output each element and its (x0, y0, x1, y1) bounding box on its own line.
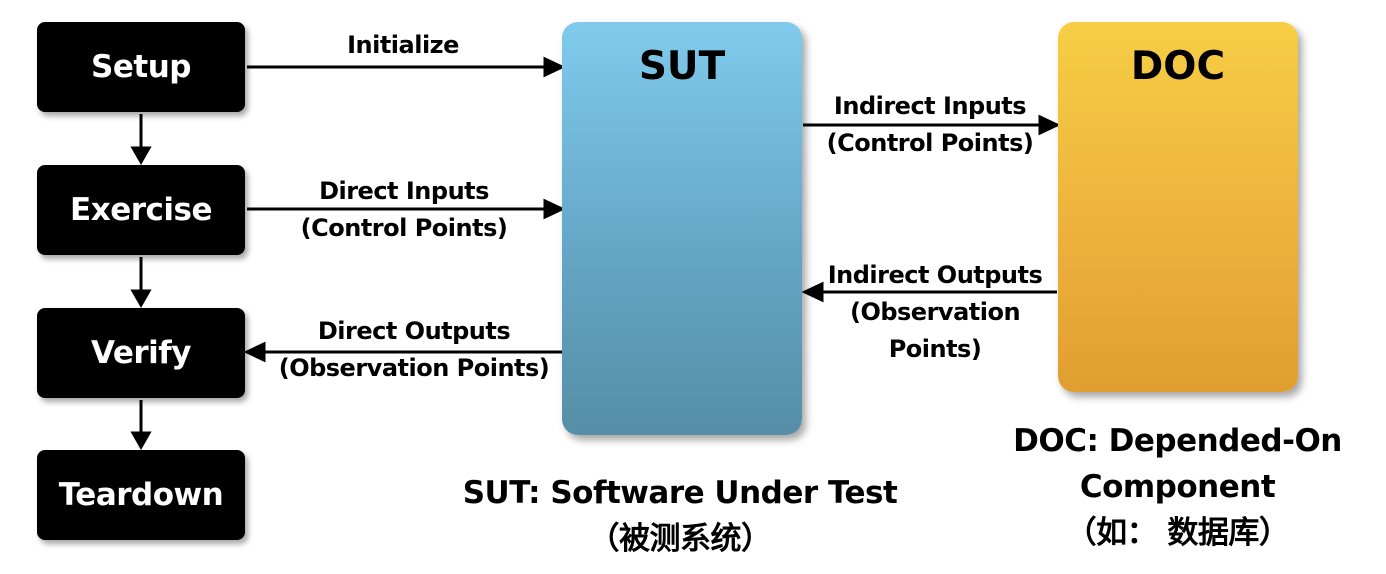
doc-caption-line1: DOC: Depended-On (1013, 423, 1342, 459)
sut-caption-line2: （被测系统） (588, 521, 773, 557)
phase-exercise: Exercise (37, 165, 245, 255)
phase-teardown: Teardown (37, 450, 245, 540)
doc-caption: DOC: Depended-On Component （如： 数据库） (990, 418, 1365, 556)
label-indirect-inputs-line2: (Control Points) (826, 129, 1034, 157)
label-indirect-inputs: Indirect Inputs (Control Points) (800, 88, 1060, 162)
label-indirect-outputs-line1: Indirect Outputs (827, 261, 1043, 289)
label-indirect-outputs-line2: (Observation (849, 298, 1021, 326)
sut-caption: SUT: Software Under Test （被测系统） (440, 470, 920, 562)
label-direct-inputs-line2: (Control Points) (300, 214, 508, 242)
doc-caption-line3: （如： 数据库） (1065, 515, 1290, 551)
label-direct-outputs: Direct Outputs (Observation Points) (254, 313, 574, 387)
label-direct-inputs: Direct Inputs (Control Points) (254, 173, 554, 247)
label-initialize: Initialize (347, 31, 459, 59)
doc-box: DOC (1058, 22, 1298, 392)
label-indirect-outputs: Indirect Outputs (Observation Points) (800, 257, 1070, 368)
label-direct-outputs-line2: (Observation Points) (278, 354, 550, 382)
sut-caption-line1: SUT: Software Under Test (462, 475, 898, 511)
doc-caption-line2: Component (1079, 469, 1276, 505)
label-indirect-outputs-line3: Points) (888, 335, 982, 363)
sut-box: SUT (562, 22, 802, 435)
sut-title: SUT (638, 44, 726, 89)
doc-title: DOC (1130, 44, 1226, 89)
label-indirect-inputs-line1: Indirect Inputs (833, 92, 1027, 120)
label-direct-outputs-line1: Direct Outputs (317, 317, 511, 345)
phase-verify: Verify (37, 308, 245, 398)
label-direct-inputs-line1: Direct Inputs (319, 177, 489, 205)
phase-setup: Setup (37, 22, 245, 112)
